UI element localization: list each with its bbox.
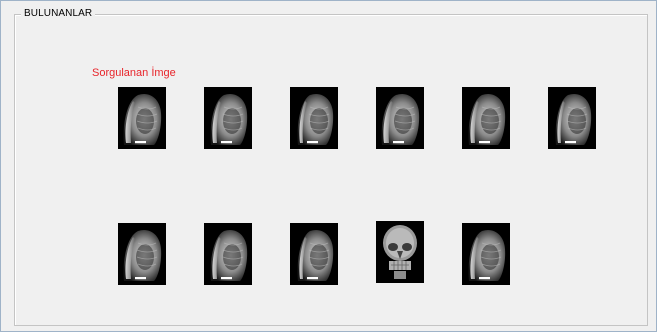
groupbox-title: BULUNANLAR [21,7,96,21]
result-thumbnail[interactable] [376,87,424,149]
result-thumbnail-skull[interactable] [376,221,424,283]
result-thumbnail[interactable] [462,223,510,285]
result-thumbnail[interactable] [290,223,338,285]
result-thumbnail[interactable] [548,87,596,149]
query-image-label: Sorgulanan İmge [92,67,176,79]
result-thumbnail[interactable] [204,87,252,149]
result-thumbnail[interactable] [118,87,166,149]
result-thumbnail[interactable] [204,223,252,285]
result-thumbnail[interactable] [118,223,166,285]
result-thumbnail[interactable] [462,87,510,149]
result-thumbnail[interactable] [290,87,338,149]
